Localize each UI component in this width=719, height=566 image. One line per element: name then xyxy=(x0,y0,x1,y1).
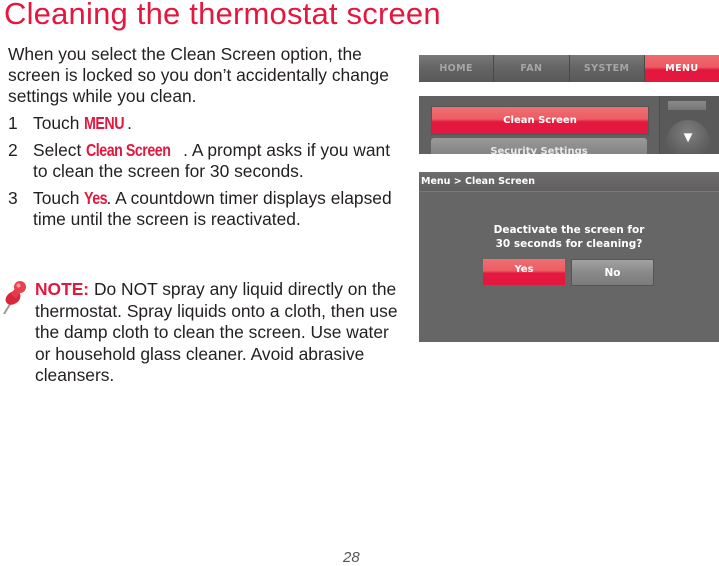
tab-fan[interactable]: FAN xyxy=(494,55,570,82)
thermostat-menu-panel: Clean Screen Security Settings ▼ xyxy=(419,96,719,154)
step-1: 1 Touch MENU. xyxy=(8,113,403,134)
chevron-down-icon: ▼ xyxy=(680,129,696,146)
menu-item-clean-screen[interactable]: Clean Screen xyxy=(431,106,649,135)
step-text-before: Select xyxy=(33,140,87,160)
step-3: 3 Touch Yes. A countdown timer displays … xyxy=(8,188,403,230)
step-highlight: Yes xyxy=(84,188,108,208)
step-2: 2 Select Clean Screen. A prompt asks if … xyxy=(8,140,403,182)
step-number: 3 xyxy=(8,188,18,208)
note-text: Do NOT spray any liquid directly on the … xyxy=(35,279,398,385)
prompt-line-2: 30 seconds for cleaning? xyxy=(495,238,643,250)
step-text-before: Touch xyxy=(33,188,85,208)
step-text-after: . xyxy=(127,113,132,133)
menu-item-security-settings[interactable]: Security Settings xyxy=(431,138,647,154)
thermostat-nav-bar: HOME FAN SYSTEM MENU xyxy=(419,55,719,82)
no-button[interactable]: No xyxy=(571,259,654,286)
step-highlight: MENU xyxy=(84,113,125,133)
step-text: Touch MENU. xyxy=(33,113,403,134)
thermostat-clean-dialog: Menu > Clean Screen Deactivate the scree… xyxy=(419,172,719,342)
page-title: Cleaning the thermostat screen xyxy=(4,0,441,31)
prompt-line-1: Deactivate the screen for xyxy=(493,224,645,236)
scroll-down-button[interactable]: ▼ xyxy=(666,120,710,154)
page-number: 28 xyxy=(343,549,360,566)
note-label: NOTE: xyxy=(35,279,90,299)
step-text: Touch Yes. A countdown timer displays el… xyxy=(33,188,403,230)
yes-button[interactable]: Yes xyxy=(483,259,565,285)
step-highlight: Clean Screen xyxy=(86,140,171,160)
breadcrumb: Menu > Clean Screen xyxy=(419,172,719,192)
step-text-before: Touch xyxy=(33,113,85,133)
tab-home[interactable]: HOME xyxy=(419,55,495,82)
pushpin-icon xyxy=(3,281,26,315)
instructions: When you select the Clean Screen option,… xyxy=(8,44,403,236)
scroll-indicator xyxy=(668,101,706,110)
step-number: 1 xyxy=(8,113,18,133)
step-text: Select Clean Screen. A prompt asks if yo… xyxy=(33,140,403,182)
note: NOTE: Do NOT spray any liquid directly o… xyxy=(35,279,405,387)
intro-paragraph: When you select the Clean Screen option,… xyxy=(8,44,389,106)
dialog-prompt: Deactivate the screen for 30 seconds for… xyxy=(419,223,719,251)
tab-menu[interactable]: MENU xyxy=(644,55,719,82)
step-number: 2 xyxy=(8,140,18,160)
scroll-column: ▼ xyxy=(659,96,719,154)
tab-system[interactable]: SYSTEM xyxy=(569,55,645,82)
